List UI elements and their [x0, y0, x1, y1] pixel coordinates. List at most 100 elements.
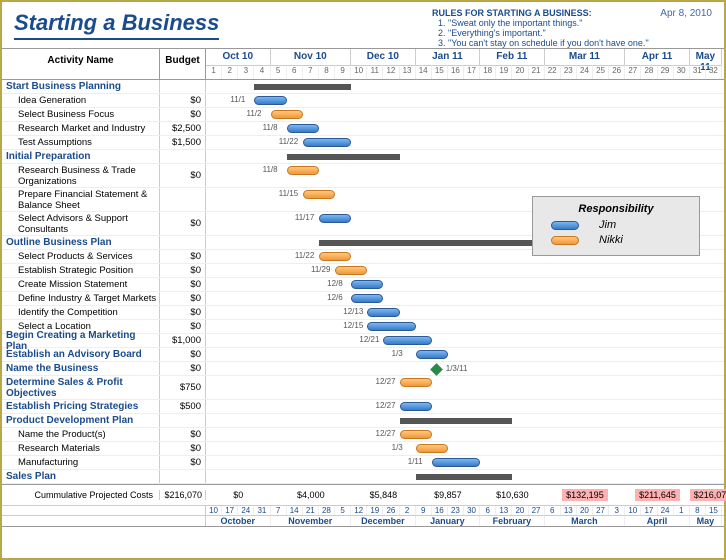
- gantt-lane: [206, 414, 724, 427]
- legend-item: Nikki: [543, 234, 689, 246]
- task-bar: [416, 444, 448, 453]
- section-bar: [254, 84, 351, 90]
- rule-item: "Sweat only the important things.": [448, 18, 652, 28]
- task-row: Idea Generation$011/1: [2, 94, 724, 108]
- rule-item: "Everything's important.": [448, 28, 652, 38]
- bar-date-label: 12/15: [343, 321, 363, 330]
- gantt-lane: [206, 470, 724, 483]
- activity-name: Sales Plan: [2, 470, 160, 483]
- task-bar: [400, 378, 432, 387]
- activity-name: Establish an Advisory Board: [2, 348, 160, 361]
- task-row: Research Market and Industry$2,50011/8: [2, 122, 724, 136]
- rule-item: "You can't stay on schedule if you don't…: [448, 38, 652, 48]
- activity-name: Test Assumptions: [2, 136, 160, 149]
- cal-date: 27: [593, 506, 609, 515]
- bar-date-label: 1/11: [408, 457, 423, 466]
- budget-value: $0: [160, 428, 206, 441]
- cal-month: February: [480, 516, 545, 526]
- month-header: May 11: [690, 49, 722, 65]
- week-number: 8: [319, 65, 335, 79]
- budget-value: $0: [160, 442, 206, 455]
- bar-date-label: 11/2: [247, 109, 262, 118]
- cum-label: Cummulative Projected Costs: [2, 490, 160, 500]
- week-number: 23: [561, 65, 577, 79]
- gantt-chart: Activity Name Budget Oct 10Nov 10Dec 10J…: [2, 48, 724, 484]
- section-row: Name the Business$01/3/11: [2, 362, 724, 376]
- cal-date: 15: [706, 506, 722, 515]
- milestone-icon: [430, 363, 443, 376]
- section-bar: [400, 418, 513, 424]
- budget-value: $0: [160, 348, 206, 361]
- legend-swatch: [551, 221, 579, 230]
- month-header: Feb 11: [480, 49, 545, 65]
- week-number: 18: [480, 65, 496, 79]
- week-number: 16: [448, 65, 464, 79]
- month-header: Nov 10: [271, 49, 352, 65]
- task-bar: [303, 190, 335, 199]
- task-bar: [383, 336, 431, 345]
- legend-label: Jim: [599, 219, 616, 231]
- budget-value: [160, 414, 206, 427]
- week-number: 13: [400, 65, 416, 79]
- cum-value: $216,070: [690, 490, 722, 500]
- cal-date: 28: [319, 506, 335, 515]
- week-number: 24: [577, 65, 593, 79]
- cumulative-row: Cummulative Projected Costs $216,070 $0$…: [2, 485, 724, 505]
- col-activity-header: Activity Name: [2, 49, 160, 79]
- bar-date-label: 11/17: [295, 213, 314, 222]
- budget-value: $0: [160, 292, 206, 305]
- bar-date-label: 11/22: [279, 137, 298, 146]
- task-bar: [351, 294, 383, 303]
- bar-date-label: 11/8: [263, 123, 278, 132]
- activity-name: Define Industry & Target Markets: [2, 292, 160, 305]
- gantt-lane: 11/1: [206, 94, 724, 107]
- cal-date: 3: [609, 506, 625, 515]
- task-bar: [319, 214, 351, 223]
- gantt-lane: 12/21: [206, 334, 724, 347]
- gantt-lane: 12/6: [206, 292, 724, 305]
- activity-name: Begin Creating a Marketing Plan: [2, 334, 160, 347]
- gantt-lane: 11/2: [206, 108, 724, 121]
- section-bar: [319, 240, 545, 246]
- task-bar: [351, 280, 383, 289]
- task-bar: [303, 138, 351, 147]
- budget-value: $2,500: [160, 122, 206, 135]
- bar-date-label: 1/3: [392, 443, 403, 452]
- week-number: 2: [222, 65, 238, 79]
- week-number: 4: [254, 65, 270, 79]
- cal-month: November: [271, 516, 352, 526]
- cal-date: 1: [674, 506, 690, 515]
- budget-value: $0: [160, 164, 206, 187]
- week-number: 26: [609, 65, 625, 79]
- task-bar: [254, 96, 286, 105]
- week-number: 25: [593, 65, 609, 79]
- week-number: 6: [287, 65, 303, 79]
- gantt-lane: 11/22: [206, 136, 724, 149]
- week-number: 32: [706, 65, 722, 79]
- week-number: 31: [690, 65, 706, 79]
- gantt-lane: 1/11: [206, 456, 724, 469]
- task-row: Establish Strategic Position$011/29: [2, 264, 724, 278]
- activity-name: Establish Pricing Strategies: [2, 400, 160, 413]
- bar-date-label: 12/21: [359, 335, 379, 344]
- cal-date: 26: [383, 506, 399, 515]
- cal-date: 8: [690, 506, 706, 515]
- cal-date: 10: [206, 506, 222, 515]
- activity-name: Determine Sales & Profit Objectives: [2, 376, 160, 399]
- budget-value: $0: [160, 306, 206, 319]
- gantt-lane: [206, 150, 724, 163]
- task-bar: [400, 430, 432, 439]
- bar-date-label: 12/8: [327, 279, 343, 288]
- task-row: Name the Product(s)$012/27: [2, 428, 724, 442]
- cum-total: $216,070: [160, 490, 206, 500]
- cum-value: $5,848: [351, 490, 416, 500]
- gantt-lane: 12/8: [206, 278, 724, 291]
- col-budget-header: Budget: [160, 49, 206, 79]
- week-number: 19: [496, 65, 512, 79]
- cal-date: 6: [480, 506, 496, 515]
- task-row: Select Business Focus$011/2: [2, 108, 724, 122]
- cal-date: 24: [658, 506, 674, 515]
- cal-date: 5: [335, 506, 351, 515]
- budget-value: $0: [160, 320, 206, 333]
- week-number: 30: [674, 65, 690, 79]
